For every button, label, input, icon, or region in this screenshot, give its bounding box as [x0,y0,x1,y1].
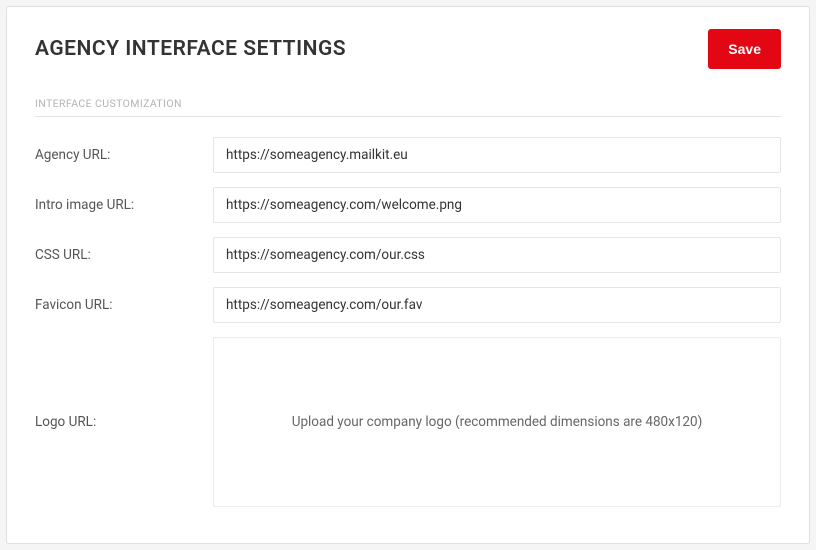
label-logo-url: Logo URL: [35,414,213,430]
row-css-url: CSS URL: [35,237,781,273]
header-row: AGENCY INTERFACE SETTINGS Save [35,29,781,69]
settings-card: AGENCY INTERFACE SETTINGS Save INTERFACE… [6,6,810,544]
input-css-url[interactable] [213,237,781,273]
input-agency-url[interactable] [213,137,781,173]
save-button[interactable]: Save [708,29,781,69]
row-logo-url: Logo URL: Upload your company logo (reco… [35,337,781,507]
page-title: AGENCY INTERFACE SETTINGS [35,37,346,61]
input-intro-image-url[interactable] [213,187,781,223]
label-agency-url: Agency URL: [35,147,213,163]
label-favicon-url: Favicon URL: [35,297,213,313]
row-favicon-url: Favicon URL: [35,287,781,323]
input-favicon-url[interactable] [213,287,781,323]
label-css-url: CSS URL: [35,247,213,263]
row-intro-image-url: Intro image URL: [35,187,781,223]
row-agency-url: Agency URL: [35,137,781,173]
logo-upload-dropzone[interactable]: Upload your company logo (recommended di… [213,337,781,507]
section-header: INTERFACE CUSTOMIZATION [35,97,781,117]
label-intro-image-url: Intro image URL: [35,197,213,213]
